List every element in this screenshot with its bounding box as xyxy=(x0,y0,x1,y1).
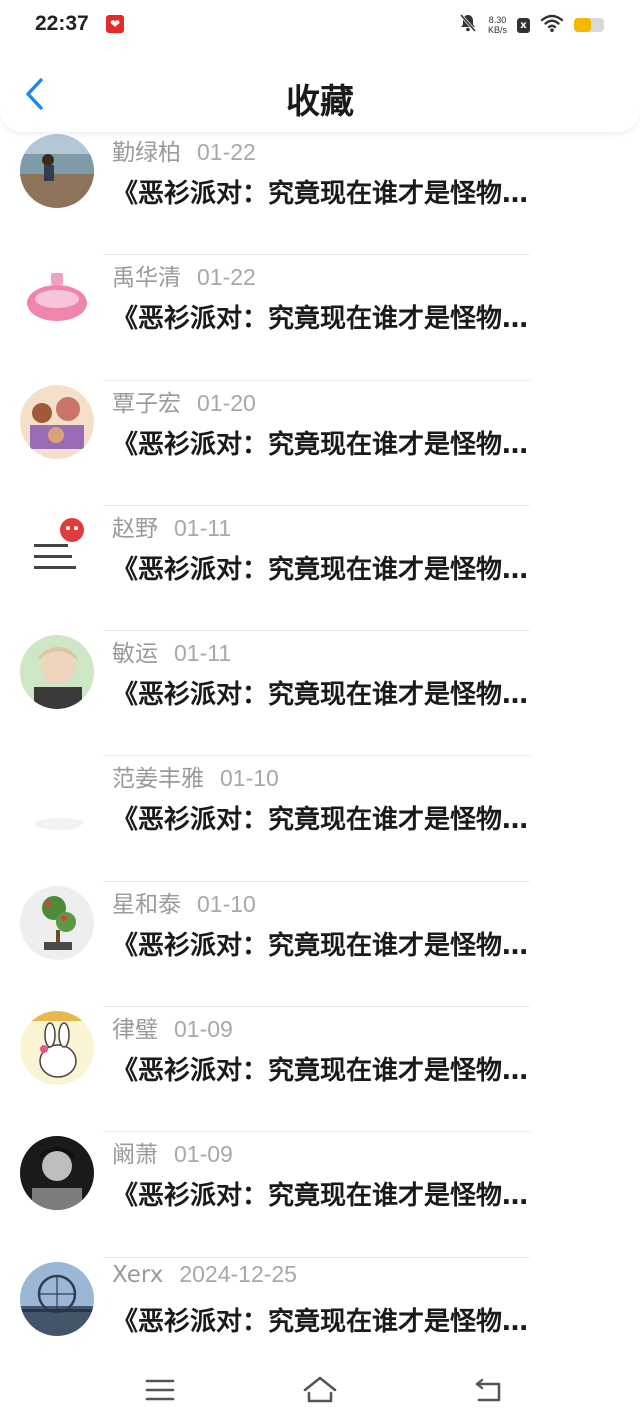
item-meta: 律璧 01-09 xyxy=(112,1010,233,1044)
post-date: 2024-12-25 xyxy=(179,1260,297,1287)
author-name[interactable]: Xerx xyxy=(112,1262,163,1288)
list-item[interactable]: 阚萧 01-09 《恶衫派对：究竟现在谁才是怪物… xyxy=(0,1132,640,1258)
muted-bell-icon xyxy=(458,13,478,37)
avatar[interactable] xyxy=(20,1261,94,1336)
post-date: 01-20 xyxy=(197,389,256,416)
post-title[interactable]: 《恶衫派对：究竟现在谁才是怪物… xyxy=(112,1050,602,1087)
post-title[interactable]: 《恶衫派对：究竟现在谁才是怪物… xyxy=(112,298,602,335)
post-title[interactable]: 《恶衫派对：究竟现在谁才是怪物… xyxy=(112,1301,602,1338)
page-title: 收藏 xyxy=(286,82,354,122)
post-title[interactable]: 《恶衫派对：究竟现在谁才是怪物… xyxy=(112,173,602,210)
item-meta: Xerx 2024-12-25 xyxy=(112,1261,297,1288)
battery-fill xyxy=(574,18,591,32)
status-time: 22:37 xyxy=(35,12,89,35)
avatar[interactable] xyxy=(20,760,94,835)
author-name[interactable]: 敏运 xyxy=(112,641,158,667)
post-date: 01-11 xyxy=(174,514,232,541)
network-speed: 8.30 KB/s xyxy=(488,15,507,35)
post-title[interactable]: 《恶衫派对：究竟现在谁才是怪物… xyxy=(112,799,602,836)
post-title[interactable]: 《恶衫派对：究竟现在谁才是怪物… xyxy=(112,549,602,586)
post-date: 01-10 xyxy=(220,765,279,792)
item-meta: 敏运 01-11 xyxy=(112,634,231,668)
author-name[interactable]: 范姜丰雅 xyxy=(112,766,204,792)
list-item[interactable]: 覃子宏 01-20 《恶衫派对：究竟现在谁才是怪物… xyxy=(0,381,640,507)
list-item[interactable]: 范姜丰雅 01-10 《恶衫派对：究竟现在谁才是怪物… xyxy=(0,756,640,883)
battery-icon xyxy=(574,18,604,32)
nav-back-button[interactable] xyxy=(464,1365,514,1415)
avatar[interactable] xyxy=(20,134,94,208)
status-icons: 8.30 KB/s x xyxy=(458,12,604,38)
author-name[interactable]: 禹华清 xyxy=(112,265,181,291)
x-badge-icon: x xyxy=(517,17,530,33)
post-date: 01-10 xyxy=(197,890,256,917)
back-icon xyxy=(475,1378,501,1402)
menu-button[interactable] xyxy=(135,1365,185,1415)
avatar[interactable] xyxy=(20,885,94,960)
post-date: 01-09 xyxy=(174,1141,233,1168)
post-date: 01-11 xyxy=(174,640,232,667)
post-date: 01-22 xyxy=(197,264,256,291)
avatar[interactable] xyxy=(20,635,94,710)
post-title[interactable]: 《恶衫派对：究竟现在谁才是怪物… xyxy=(112,424,602,461)
post-date: 01-22 xyxy=(197,139,256,165)
avatar[interactable] xyxy=(20,509,94,584)
wifi-icon xyxy=(540,13,564,37)
item-meta: 阚萧 01-09 xyxy=(112,1135,233,1169)
speed-unit: KB/s xyxy=(487,25,507,35)
status-bar: 22:37 ❤ 8.30 KB/s x xyxy=(0,0,640,52)
avatar[interactable] xyxy=(20,1136,94,1211)
speed-value: 8.30 xyxy=(488,15,507,25)
list-item[interactable]: 勤绿柏 01-22 《恶衫派对：究竟现在谁才是怪物… xyxy=(0,130,640,256)
author-name[interactable]: 星和泰 xyxy=(112,892,181,918)
author-name[interactable]: 赵野 xyxy=(112,516,158,542)
list-item[interactable]: 赵野 01-11 《恶衫派对：究竟现在谁才是怪物… xyxy=(0,506,640,632)
home-icon xyxy=(303,1376,337,1403)
author-name[interactable]: 勤绿柏 xyxy=(112,140,181,166)
system-nav-bar xyxy=(0,1357,640,1427)
list-item[interactable]: 星和泰 01-10 《恶衫派对：究竟现在谁才是怪物… xyxy=(0,882,640,1008)
item-meta: 赵野 01-11 xyxy=(112,509,231,543)
list-item[interactable]: 禹华清 01-22 《恶衫派对：究竟现在谁才是怪物… xyxy=(0,255,640,381)
favorites-list: 勤绿柏 01-22 《恶衫派对：究竟现在谁才是怪物… 禹华清 01-22 《恶衫派对… xyxy=(0,130,640,1383)
screen: 22:37 ❤ 8.30 KB/s x 收藏 勤绿柏 01-22 《恶衫派对：究… xyxy=(0,0,640,1427)
avatar[interactable] xyxy=(20,1011,94,1086)
post-title[interactable]: 《恶衫派对：究竟现在谁才是怪物… xyxy=(112,1175,602,1212)
heart-app-icon: ❤ xyxy=(106,15,124,33)
post-title[interactable]: 《恶衫派对：究竟现在谁才是怪物… xyxy=(112,925,602,962)
item-meta: 覃子宏 01-20 xyxy=(112,384,256,418)
author-name[interactable]: 阚萧 xyxy=(112,1142,158,1168)
header: 收藏 xyxy=(0,52,640,132)
avatar[interactable] xyxy=(20,259,94,334)
list-item[interactable]: 律璧 01-09 《恶衫派对：究竟现在谁才是怪物… xyxy=(0,1007,640,1133)
avatar[interactable] xyxy=(20,384,94,459)
item-meta: 范姜丰雅 01-10 xyxy=(112,759,279,793)
item-meta: 勤绿柏 01-22 xyxy=(112,133,256,167)
item-meta: 禹华清 01-22 xyxy=(112,258,256,292)
post-date: 01-09 xyxy=(174,1016,233,1043)
list-item[interactable]: 敏运 01-11 《恶衫派对：究竟现在谁才是怪物… xyxy=(0,631,640,757)
item-meta: 星和泰 01-10 xyxy=(112,885,256,919)
post-title[interactable]: 《恶衫派对：究竟现在谁才是怪物… xyxy=(112,674,602,711)
menu-icon xyxy=(145,1379,175,1401)
author-name[interactable]: 覃子宏 xyxy=(112,391,181,417)
author-name[interactable]: 律璧 xyxy=(112,1017,158,1043)
home-button[interactable] xyxy=(295,1365,345,1415)
